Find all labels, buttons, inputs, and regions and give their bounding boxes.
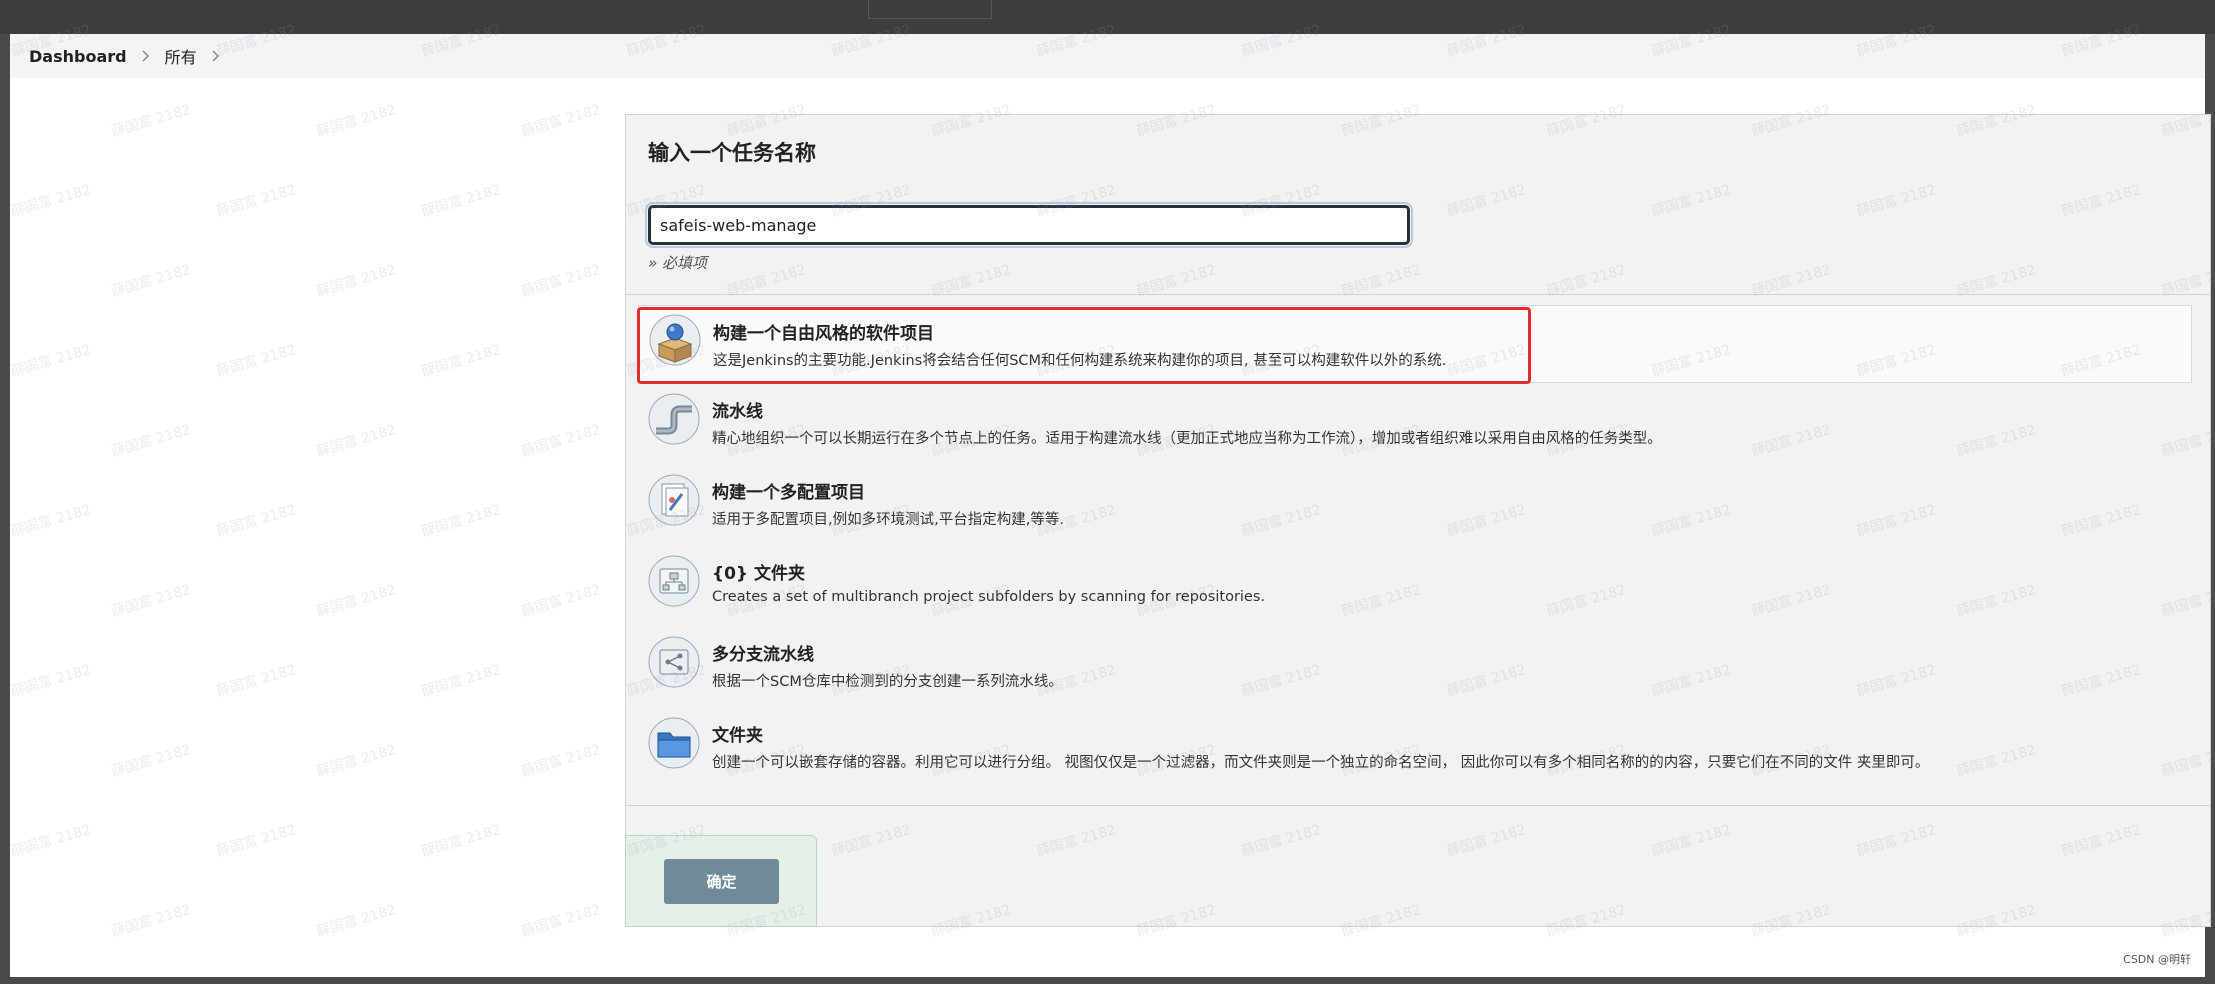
jenkins-window: Dashboard 所有 输入一个任务名称 » 必填项 构建 <box>10 34 2211 977</box>
window-title-bar <box>0 0 2215 34</box>
item-type-description: 根据一个SCM仓库中检测到的分支创建一系列流水线。 <box>712 674 1063 690</box>
item-type-description: 适用于多配置项目,例如多环境测试,平台指定构建,等等. <box>712 512 1064 528</box>
item-type-organization-folder[interactable]: {0} 文件夹 Creates a set of multibranch pro… <box>626 545 2210 626</box>
pipeline-icon <box>648 393 700 445</box>
breadcrumb: Dashboard 所有 <box>10 34 2205 78</box>
breadcrumb-all[interactable]: 所有 <box>165 44 197 68</box>
item-type-title: 流水线 <box>712 402 763 422</box>
folder-icon <box>648 717 700 769</box>
footer-action-bar: 确定 <box>625 835 817 927</box>
footer-credit: CSDN @明轩 <box>2123 953 2191 966</box>
new-item-panel: 输入一个任务名称 » 必填项 构建一个自由风格的软件项目 这是Jenkins的主… <box>625 114 2211 927</box>
item-type-multi-config[interactable]: 构建一个多配置项目 适用于多配置项目,例如多环境测试,平台指定构建,等等. <box>626 464 2210 545</box>
breadcrumb-dashboard[interactable]: Dashboard <box>29 47 127 66</box>
title-bar-tab <box>868 0 992 19</box>
item-type-title: 构建一个自由风格的软件项目 <box>713 324 934 344</box>
item-type-folder[interactable]: 文件夹 创建一个可以嵌套存储的容器。利用它可以进行分组。 视图仅仅是一个过滤器，… <box>626 707 2210 788</box>
freestyle-project-icon <box>649 314 701 366</box>
item-type-freestyle[interactable]: 构建一个自由风格的软件项目 这是Jenkins的主要功能.Jenkins将会结合… <box>638 305 2192 383</box>
organization-folder-icon <box>648 555 700 607</box>
item-type-title: {0} 文件夹 <box>712 564 805 584</box>
item-type-description: 这是Jenkins的主要功能.Jenkins将会结合任何SCM和任何构建系统来构… <box>713 353 1447 369</box>
item-type-list: 构建一个自由风格的软件项目 这是Jenkins的主要功能.Jenkins将会结合… <box>626 301 2210 788</box>
ok-button[interactable]: 确定 <box>664 859 779 904</box>
chevron-right-icon[interactable] <box>142 50 150 62</box>
item-type-title: 构建一个多配置项目 <box>712 483 865 503</box>
page-title: 输入一个任务名称 <box>648 141 816 165</box>
item-type-description: 创建一个可以嵌套存储的容器。利用它可以进行分组。 视图仅仅是一个过滤器，而文件夹… <box>712 755 1930 771</box>
item-type-multibranch-pipeline[interactable]: 多分支流水线 根据一个SCM仓库中检测到的分支创建一系列流水线。 <box>626 626 2210 707</box>
multibranch-pipeline-icon <box>648 636 700 688</box>
item-type-description: 精心地组织一个可以长期运行在多个节点上的任务。适用于构建流水线（更加正式地应当称… <box>712 431 1662 447</box>
item-type-title: 多分支流水线 <box>712 645 814 665</box>
item-name-input[interactable] <box>645 202 1413 248</box>
item-type-title: 文件夹 <box>712 726 763 746</box>
divider <box>626 805 2210 806</box>
chevron-right-icon[interactable] <box>212 50 220 62</box>
divider <box>626 294 2210 295</box>
required-hint: » 必填项 <box>648 254 708 272</box>
multi-config-project-icon <box>648 474 700 526</box>
item-type-description: Creates a set of multibranch project sub… <box>712 589 1266 605</box>
item-type-pipeline[interactable]: 流水线 精心地组织一个可以长期运行在多个节点上的任务。适用于构建流水线（更加正式… <box>626 383 2210 464</box>
